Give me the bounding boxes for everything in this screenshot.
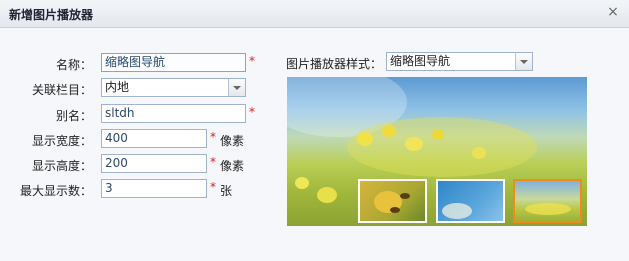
required-mark: *: [210, 180, 216, 194]
height-label: 显示高度：: [31, 159, 92, 173]
column-label: 关联栏目：: [31, 83, 92, 97]
dialog: 新增图片播放器 × 名称： 缩略图导航 * 关联栏目： 内地 别名： sltdh…: [0, 0, 629, 261]
required-mark: *: [210, 130, 216, 144]
required-mark: *: [249, 105, 255, 119]
thumbnail-bee: [400, 193, 410, 199]
alias-input[interactable]: sltdh: [101, 104, 246, 123]
thumbnail-dandelion: [442, 203, 472, 219]
required-mark: *: [210, 155, 216, 169]
flower: [295, 177, 309, 189]
width-row: 显示宽度： 400 * 像素: [0, 129, 280, 149]
preview-image: [287, 77, 587, 226]
style-select-value: 缩略图导航: [390, 54, 451, 68]
name-row: 名称： 缩略图导航 *: [0, 53, 280, 73]
thumbnail-bee: [390, 207, 400, 213]
thumbnail-field: [525, 203, 571, 215]
max-count-row: 最大显示数： 3 * 张: [0, 179, 280, 199]
max-count-label: 最大显示数：: [19, 184, 92, 198]
name-label: 名称：: [55, 58, 92, 72]
alias-label: 别名：: [55, 109, 92, 123]
thumbnail-bees-on-flower[interactable]: [358, 179, 427, 223]
close-icon[interactable]: ×: [605, 4, 621, 20]
flower: [405, 137, 423, 151]
max-count-input[interactable]: 3: [101, 179, 207, 198]
alias-row: 别名： sltdh *: [0, 104, 280, 124]
style-label: 图片播放器样式：: [286, 57, 383, 71]
name-input[interactable]: 缩略图导航: [101, 53, 246, 72]
height-row: 显示高度： 200 * 像素: [0, 154, 280, 174]
chevron-down-icon[interactable]: [228, 79, 245, 96]
max-count-unit: 张: [220, 184, 233, 198]
style-select[interactable]: 缩略图导航: [386, 52, 533, 71]
column-select[interactable]: 内地: [101, 78, 246, 97]
column-row: 关联栏目： 内地: [0, 78, 280, 98]
column-select-value: 内地: [105, 80, 130, 94]
dialog-titlebar: 新增图片播放器 ×: [0, 0, 629, 28]
width-unit: 像素: [220, 134, 245, 148]
flower: [382, 125, 396, 137]
flower: [357, 132, 373, 146]
flower: [472, 147, 486, 159]
flower: [317, 187, 337, 203]
height-input[interactable]: 200: [101, 154, 207, 173]
chevron-down-icon[interactable]: [515, 53, 532, 70]
thumbnail-yellow-field[interactable]: [513, 179, 582, 223]
width-label: 显示宽度：: [31, 134, 92, 148]
dialog-title: 新增图片播放器: [9, 8, 94, 22]
style-row: 图片播放器样式： 缩略图导航: [286, 52, 546, 72]
flower: [432, 129, 444, 140]
width-input[interactable]: 400: [101, 129, 207, 148]
preview-field-glow: [347, 117, 537, 177]
required-mark: *: [249, 54, 255, 68]
thumbnail-dandelion-on-blue[interactable]: [436, 179, 505, 223]
height-unit: 像素: [220, 159, 245, 173]
